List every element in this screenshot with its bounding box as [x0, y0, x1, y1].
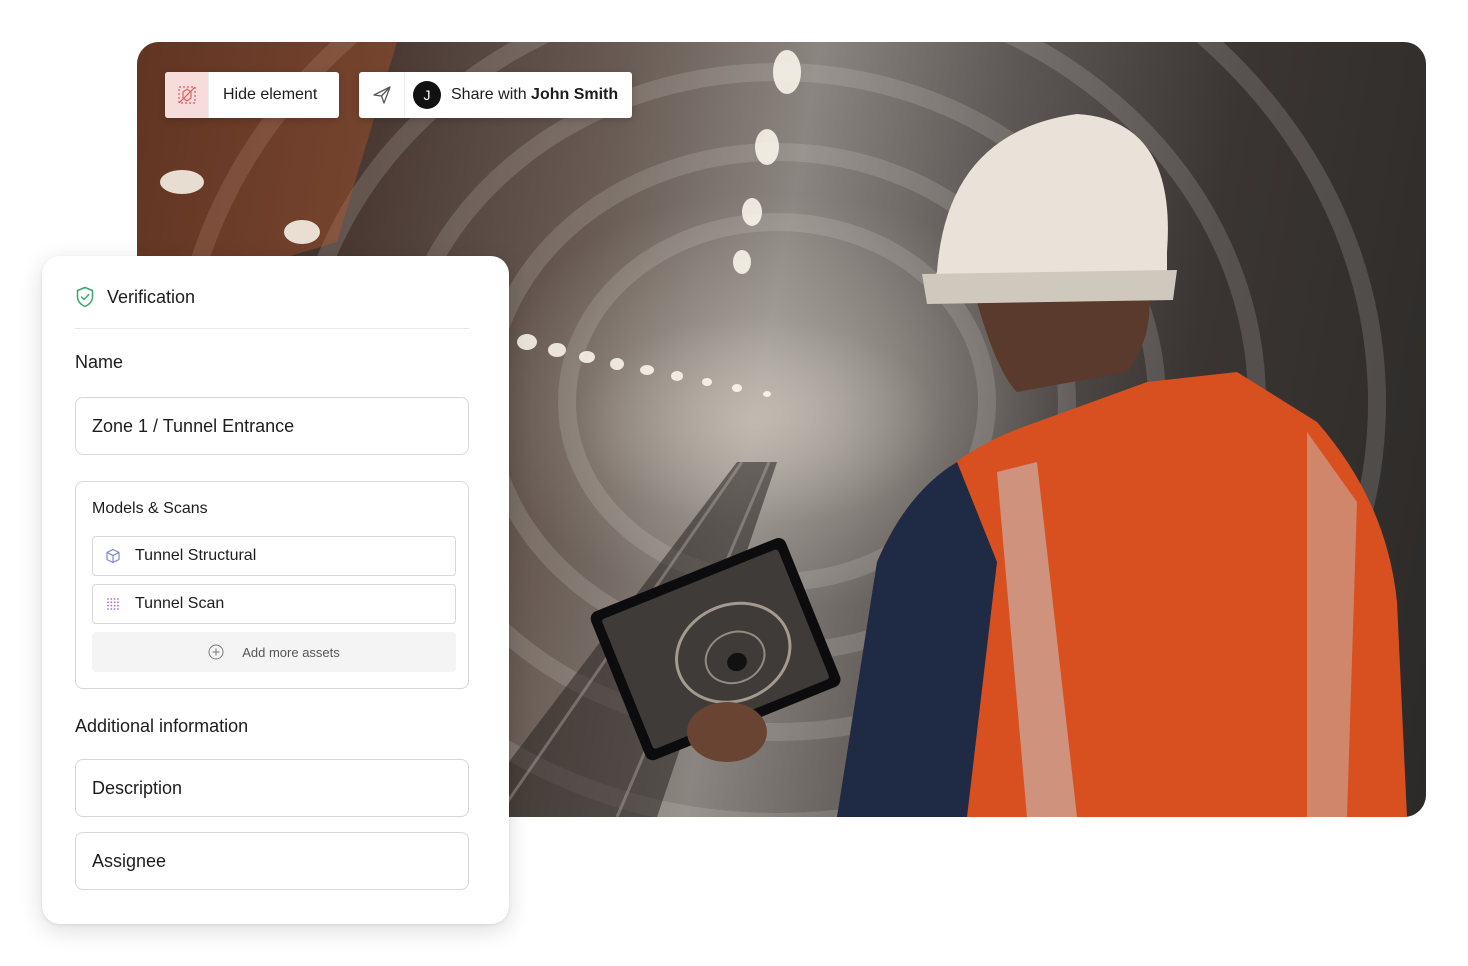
assignee-field[interactable]: Assignee	[75, 832, 469, 890]
divider	[75, 328, 469, 329]
share-recipient-name: John Smith	[531, 86, 619, 103]
panel-title: Verification	[107, 286, 196, 307]
verification-panel: Verification Name Zone 1 / Tunnel Entran…	[42, 256, 509, 924]
send-icon	[359, 72, 405, 118]
asset-label: Tunnel Structural	[135, 547, 257, 564]
additional-information-label: Additional information	[75, 716, 249, 736]
point-cloud-icon	[107, 598, 119, 610]
asset-label: Tunnel Scan	[135, 595, 225, 612]
share-label: Share with John Smith	[451, 86, 618, 104]
share-button[interactable]: J Share with John Smith	[359, 72, 632, 118]
asset-item-tunnel-scan[interactable]: Tunnel Scan	[92, 584, 456, 624]
hide-element-label: Hide element	[223, 86, 318, 103]
models-scans-title: Models & Scans	[92, 500, 208, 517]
hide-element-button[interactable]: Hide element	[165, 72, 339, 118]
share-prefix: Share with	[451, 86, 527, 103]
avatar: J	[413, 81, 441, 109]
add-more-assets-button[interactable]: Add more assets	[92, 632, 456, 672]
models-scans-section: Models & Scans Tunnel Structural Tunnel …	[75, 481, 469, 689]
cube-icon	[106, 548, 120, 564]
description-field[interactable]: Description	[75, 759, 469, 817]
hide-element-icon	[165, 72, 209, 118]
panel-header: Verification	[75, 286, 195, 308]
add-more-assets-label: Add more assets	[242, 644, 340, 660]
name-field[interactable]: Zone 1 / Tunnel Entrance	[75, 397, 469, 455]
name-label: Name	[75, 352, 124, 372]
asset-item-tunnel-structural[interactable]: Tunnel Structural	[92, 536, 456, 576]
plus-circle-icon	[208, 644, 224, 660]
shield-check-icon	[76, 286, 94, 308]
